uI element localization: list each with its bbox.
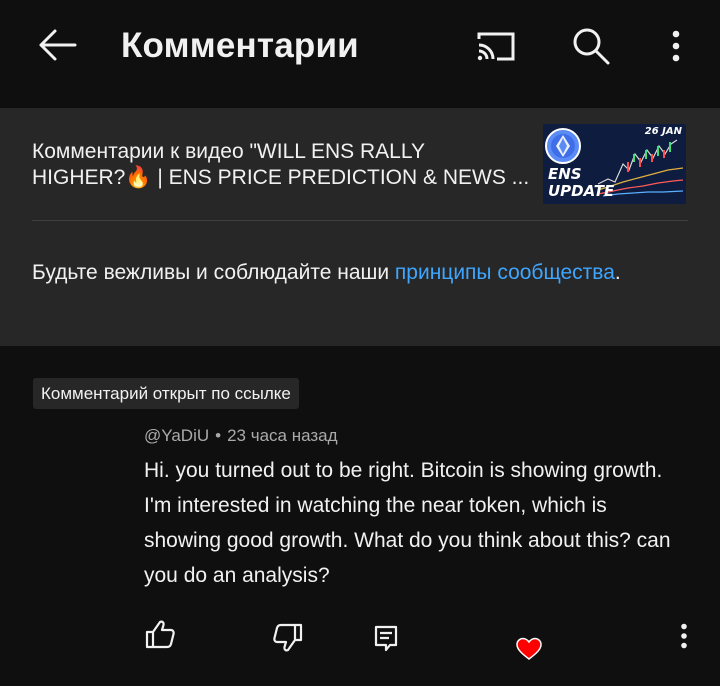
cast-icon (477, 32, 515, 61)
reply-icon (374, 625, 398, 652)
thumbnail-text-line1: ENS (548, 165, 582, 183)
comment-time: 23 часа назад (227, 426, 338, 445)
video-title-part: HIGHER? (32, 166, 126, 189)
comments-screen: Комментарии Комментарии к видео "WILL EN… (0, 0, 720, 686)
fire-emoji: 🔥 (125, 166, 152, 189)
thumbnail-date: 26 JAN (644, 126, 682, 137)
page-title: Комментарии (121, 26, 359, 65)
guidelines-text: Будьте вежливы и соблюдайте наши (32, 261, 395, 284)
comment-body: Hi. you turned out to be right. Bitcoin … (144, 459, 671, 587)
video-thumbnail[interactable]: 26 JAN ENS UPDATE (543, 124, 686, 204)
video-title-line2: HIGHER?🔥 | ENS PRICE PREDICTION & NEWS .… (32, 165, 532, 191)
meta-separator: • (215, 426, 222, 445)
community-guidelines-notice: Будьте вежливы и соблюдайте наши принцип… (32, 259, 672, 287)
comment-author[interactable]: @YaDiU (144, 426, 209, 445)
more-vertical-icon (672, 30, 680, 62)
dislike-button[interactable] (268, 618, 308, 658)
more-vertical-icon (681, 623, 687, 649)
video-title[interactable]: Комментарии к видео "WILL ENS RALLY HIGH… (32, 139, 532, 191)
comment-more-button[interactable] (664, 616, 704, 656)
video-title-line1: Комментарии к видео "WILL ENS RALLY (32, 140, 425, 163)
thumbs-down-icon (273, 623, 303, 652)
thumbnail-text-line2: UPDATE (548, 182, 615, 200)
search-button[interactable] (566, 22, 616, 70)
reply-button[interactable] (366, 618, 406, 658)
video-title-part: | ENS PRICE PREDICTION & NEWS ... (151, 166, 530, 189)
guidelines-end: . (614, 261, 621, 284)
arrow-left-icon (39, 29, 77, 61)
divider (32, 220, 688, 221)
cast-button[interactable] (468, 24, 522, 68)
creator-heart-badge (512, 632, 546, 666)
video-info-panel: Комментарии к видео "WILL ENS RALLY HIGH… (0, 108, 720, 346)
community-guidelines-link[interactable]: принципы сообщества (395, 261, 615, 284)
search-icon (573, 28, 610, 65)
back-button[interactable] (30, 22, 84, 68)
thumbs-up-icon (145, 620, 175, 649)
more-options-button[interactable] (656, 24, 696, 68)
heart-icon (516, 637, 542, 660)
top-app-bar: Комментарии (0, 0, 720, 108)
like-button[interactable] (140, 614, 180, 654)
linked-comment-badge: Комментарий открыт по ссылке (33, 378, 299, 409)
comment-meta: @YaDiU • 23 часа назад (144, 426, 338, 446)
